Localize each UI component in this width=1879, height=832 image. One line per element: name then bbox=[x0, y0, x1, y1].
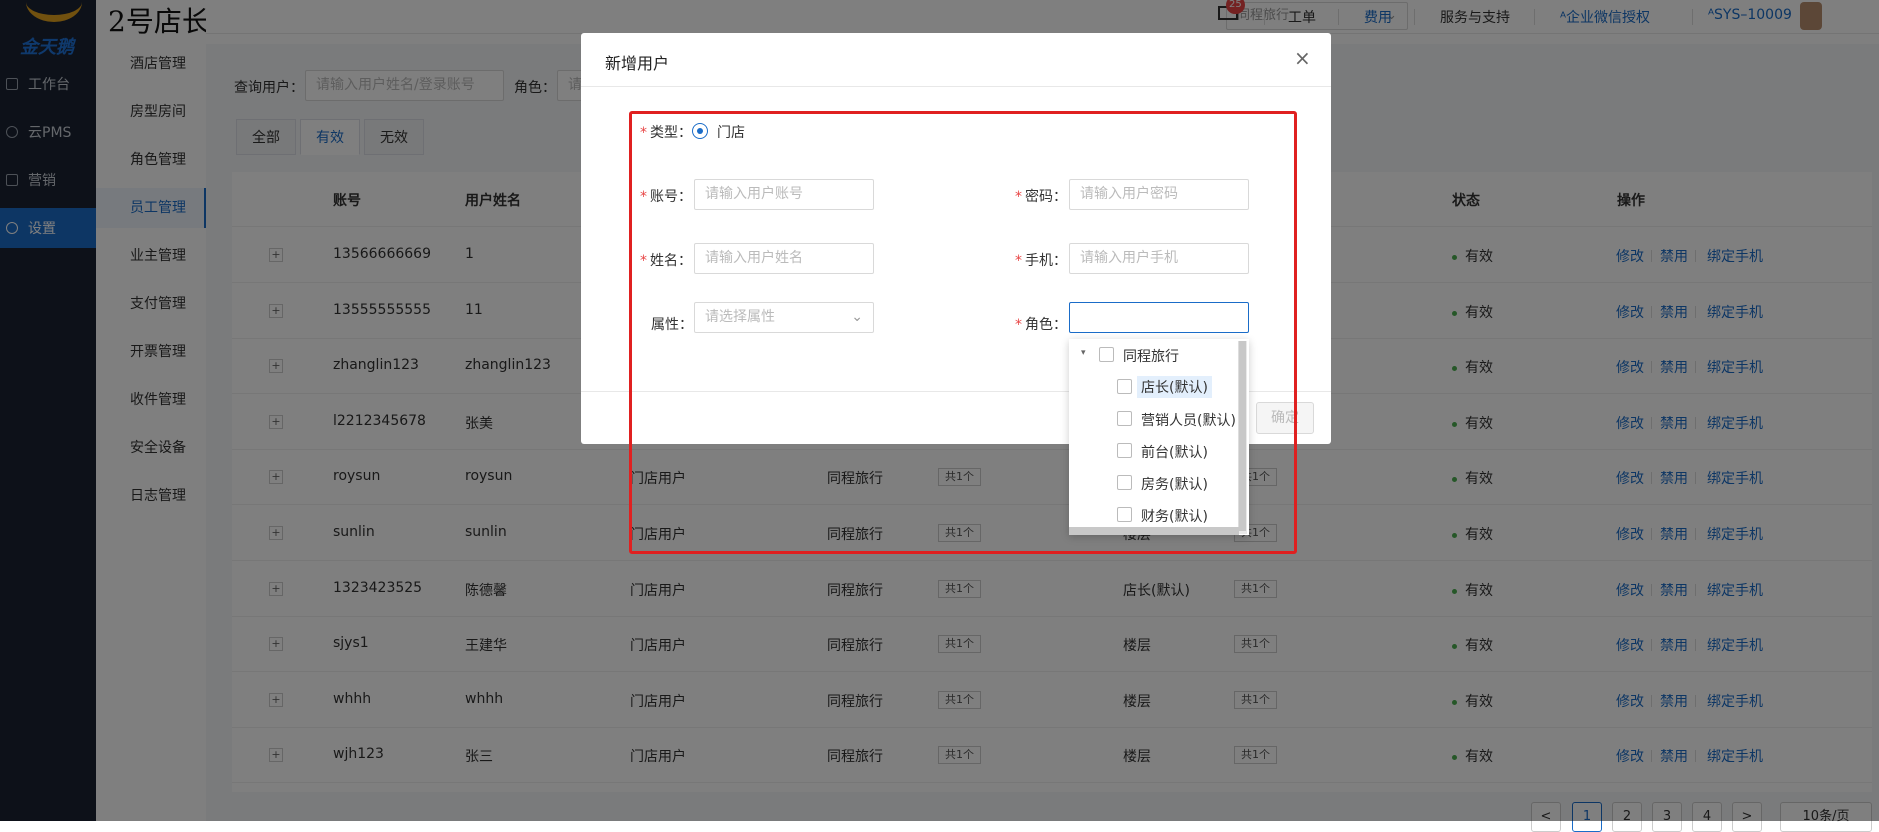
close-icon[interactable]: × bbox=[1294, 48, 1311, 68]
divider bbox=[581, 86, 1331, 87]
dialog-title: 新增用户 bbox=[605, 54, 670, 73]
highlight-box bbox=[629, 111, 1297, 554]
